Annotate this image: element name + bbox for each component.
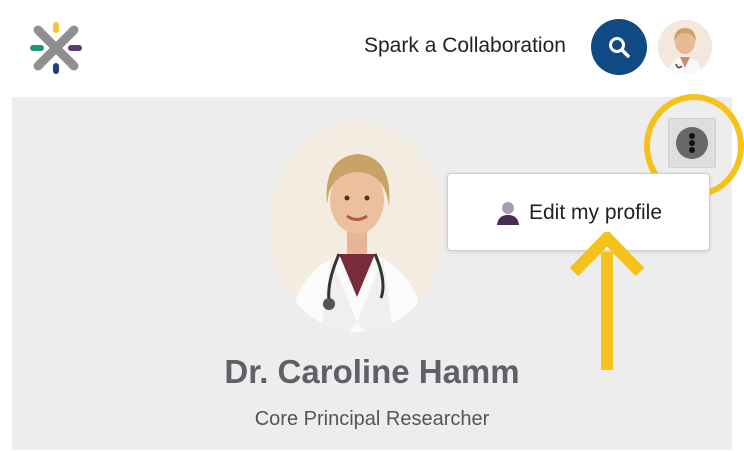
search-icon bbox=[609, 37, 630, 58]
avatar-photo-icon bbox=[658, 20, 712, 74]
profile-panel: Dr. Caroline Hamm Core Principal Researc… bbox=[12, 97, 732, 450]
user-avatar[interactable] bbox=[658, 20, 712, 74]
spark-collaboration-link[interactable]: Spark a Collaboration bbox=[364, 33, 566, 59]
profile-name: Dr. Caroline Hamm bbox=[224, 353, 520, 390]
menu-item-label: Edit my profile bbox=[528, 201, 663, 224]
spark-logo-icon[interactable] bbox=[28, 22, 84, 74]
more-options-button[interactable] bbox=[668, 118, 716, 168]
profile-options-menu: Edit my profile bbox=[447, 173, 710, 251]
top-header: Spark a Collaboration bbox=[0, 0, 744, 95]
profile-photo-icon bbox=[269, 122, 445, 332]
more-vertical-icon bbox=[676, 127, 708, 159]
person-icon bbox=[496, 202, 519, 225]
page: Spark a Collaboration Dr. Caroline Hamm … bbox=[0, 0, 744, 451]
search-button[interactable] bbox=[591, 19, 647, 75]
menu-item-edit-profile[interactable]: Edit my profile bbox=[448, 174, 711, 252]
profile-photo bbox=[269, 122, 445, 332]
profile-role: Core Principal Researcher bbox=[254, 408, 490, 430]
